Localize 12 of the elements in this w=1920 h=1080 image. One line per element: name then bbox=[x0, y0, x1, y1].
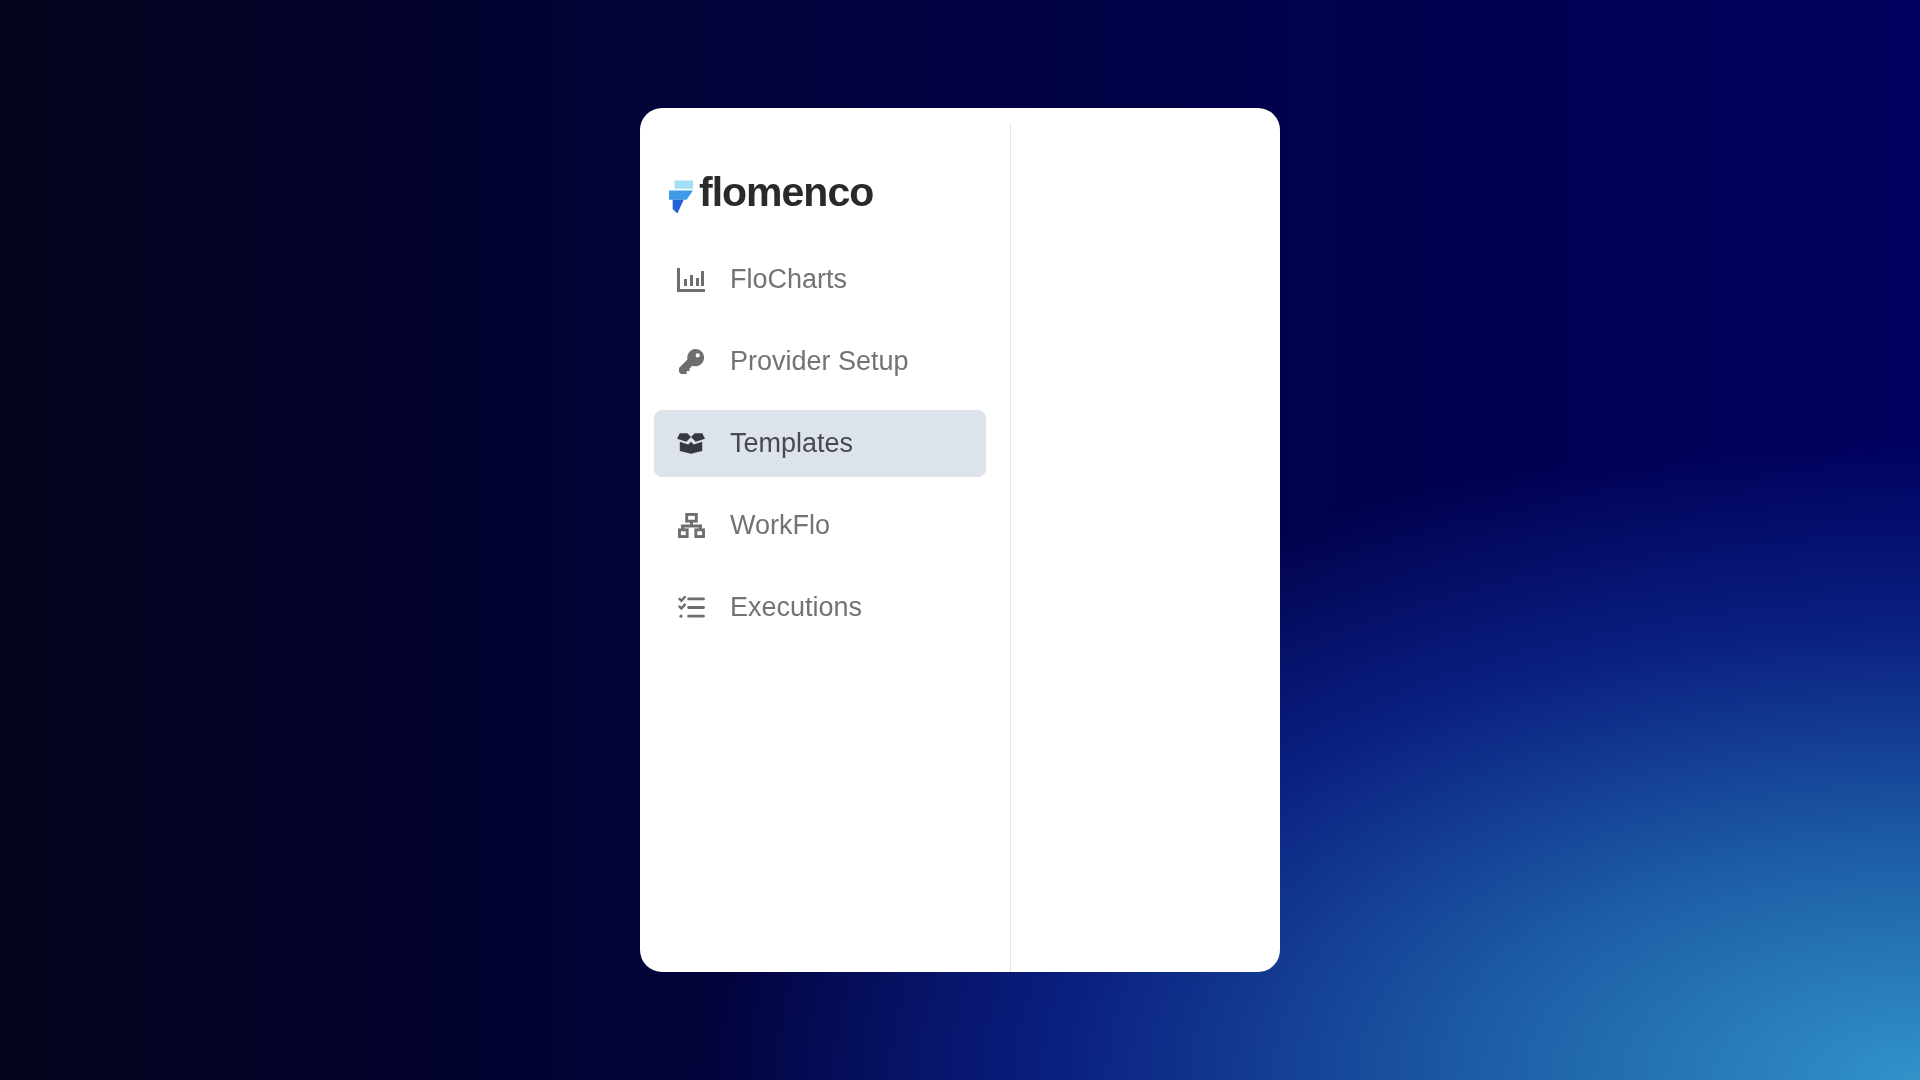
nav-item[interactable]: Provider Setup bbox=[654, 328, 986, 395]
brand-name: flomenco bbox=[699, 170, 874, 214]
key-icon bbox=[678, 349, 704, 374]
logo-icon bbox=[669, 180, 693, 214]
nav-item[interactable]: WorkFlo bbox=[654, 492, 986, 559]
nav-item[interactable]: Executions bbox=[654, 574, 986, 641]
open-box-icon bbox=[677, 433, 705, 454]
bar-chart-icon bbox=[677, 267, 705, 292]
checklist-icon bbox=[677, 596, 705, 619]
nav-item[interactable]: Templates bbox=[654, 410, 986, 477]
network-icon bbox=[677, 513, 705, 538]
nav-item[interactable]: FloCharts bbox=[654, 246, 986, 313]
